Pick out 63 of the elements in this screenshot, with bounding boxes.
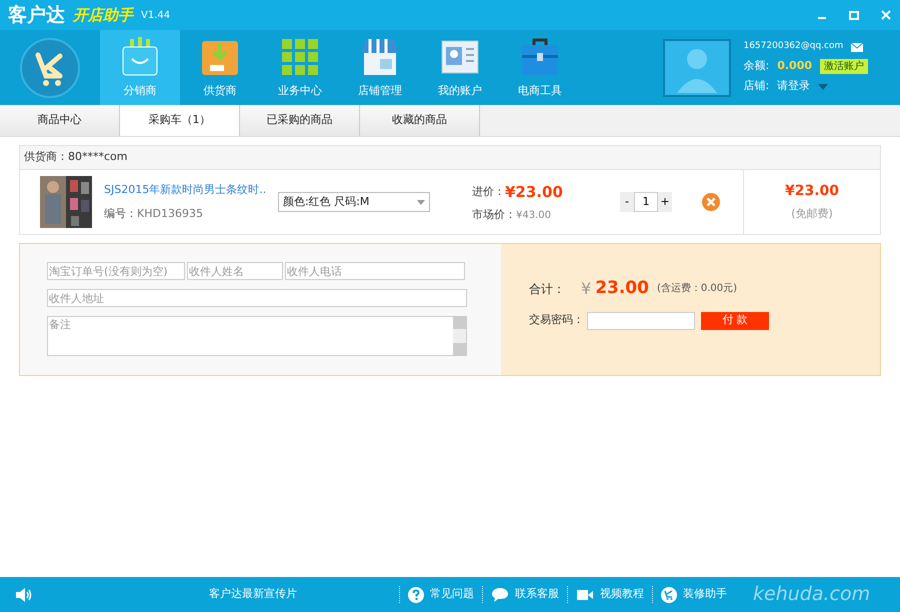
chat-bubble-icon: [491, 586, 509, 602]
price-value: ¥23.00: [505, 182, 563, 202]
version-label: V1.44: [141, 8, 170, 22]
option-select[interactable]: 颜色:红色 尺码:M: [278, 192, 430, 212]
balance-label: 余额:: [743, 58, 770, 74]
pay-button[interactable]: 付 款: [701, 312, 769, 330]
shipping-label: (含运费：0.00元): [656, 282, 738, 296]
nav-item[interactable]: 电商工具: [500, 30, 580, 105]
speaker-icon[interactable]: [15, 586, 33, 602]
input-field[interactable]: 收件人地址: [47, 289, 467, 307]
shop-label: 店铺:: [743, 78, 770, 94]
total-value: 23.00: [595, 277, 649, 300]
decrease-button[interactable]: -: [620, 194, 634, 210]
brand-label: kehuda.com: [753, 582, 870, 608]
footer-link[interactable]: 装修助手: [652, 586, 735, 603]
balance-value: 0.000: [777, 58, 812, 74]
cart-icon: [661, 586, 677, 602]
tab[interactable]: 采购车（1）: [120, 105, 240, 136]
shipping-note: (免邮费): [791, 206, 833, 222]
market-price-value: ¥43.00: [516, 208, 551, 223]
footer-link[interactable]: 联系客服: [482, 586, 567, 603]
supplier-label: 供货商：80****com: [24, 149, 128, 166]
increase-button[interactable]: +: [658, 194, 672, 210]
question-icon: [408, 586, 424, 602]
close-icon[interactable]: [880, 9, 892, 21]
code-label: 编号：: [104, 206, 137, 222]
password-field[interactable]: [587, 312, 695, 330]
nav-item[interactable]: 分销商: [100, 30, 180, 105]
nav-item[interactable]: 我的账户: [420, 30, 500, 105]
product-link[interactable]: SJS2015年新款时尚男士条纹时..: [104, 182, 276, 198]
tab[interactable]: 商品中心: [0, 105, 120, 136]
mail-icon[interactable]: [851, 42, 864, 52]
tab[interactable]: 已采购的商品: [240, 105, 360, 136]
caret-icon: [417, 200, 425, 204]
promo-link[interactable]: 客户达最新宣传片: [209, 586, 329, 603]
app-title: 客户达: [8, 2, 65, 28]
footer-link[interactable]: 常见问题: [399, 586, 482, 603]
caret-icon: [818, 84, 828, 90]
footer-link[interactable]: 视频教程: [567, 586, 652, 603]
avatar-icon: [663, 38, 732, 96]
shop-dropdown[interactable]: 请登录: [777, 78, 828, 95]
activate-button[interactable]: 激活账户: [820, 58, 868, 74]
subtotal-value: ¥23.00: [784, 182, 840, 202]
input-field[interactable]: 收件人电话: [285, 262, 465, 280]
nav-item[interactable]: 业务中心: [260, 30, 340, 105]
tab[interactable]: 收藏的商品: [360, 105, 480, 136]
email-label: 1657200362@qq.com: [743, 40, 844, 54]
market-price-label: 市场价：: [472, 207, 516, 223]
input-field[interactable]: 淘宝订单号(没有则为空): [47, 262, 185, 280]
price-label: 进价：: [472, 184, 505, 200]
nav-item[interactable]: 店铺管理: [340, 30, 420, 105]
app-subtitle: 开店助手: [73, 4, 133, 26]
currency-sign: ¥: [581, 278, 592, 300]
logo-icon: [20, 38, 80, 98]
total-label: 合计：: [529, 280, 566, 298]
password-label: 交易密码：: [529, 312, 585, 328]
nav-item[interactable]: 供货商: [180, 30, 260, 105]
code-value: KHD136935: [137, 206, 203, 222]
remove-icon[interactable]: [702, 193, 720, 211]
quantity-field[interactable]: 1: [634, 192, 658, 212]
input-field[interactable]: 收件人姓名: [187, 262, 283, 280]
maximize-icon[interactable]: [848, 9, 860, 21]
video-camera-icon: [576, 588, 594, 602]
